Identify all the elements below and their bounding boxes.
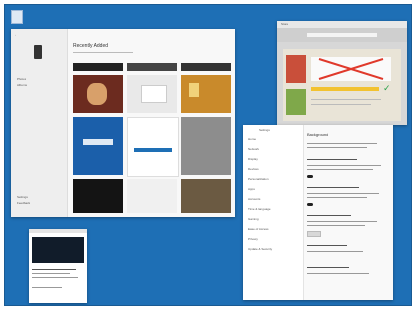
store-card (311, 57, 391, 81)
photo-thumb[interactable] (73, 75, 123, 113)
photo-thumb[interactable] (73, 117, 123, 175)
store-titlebar: Store (277, 21, 407, 28)
settings-title: Settings (259, 128, 270, 132)
photo-thumb[interactable] (127, 63, 177, 71)
sidebar-item-photos[interactable]: Photos (17, 77, 26, 81)
settings-nav-item[interactable]: Time & language (248, 207, 298, 211)
highlight-bar (311, 87, 379, 91)
photo-grid (73, 63, 231, 213)
photos-sidebar: ‹ Photos Albums Settings Feedback (11, 29, 68, 217)
settings-nav-item[interactable]: Devices (248, 167, 298, 171)
settings-content: Background (307, 129, 389, 297)
desktop: ‹ Photos Albums Settings Feedback Recent… (4, 4, 412, 306)
setting-toggle[interactable] (307, 175, 313, 178)
settings-window[interactable]: Settings Home Network Display Devices Pe… (243, 125, 393, 300)
check-icon: ✓ (383, 83, 391, 93)
photo-thumb[interactable] (73, 179, 123, 213)
photo-thumb[interactable] (127, 117, 179, 177)
settings-nav-item[interactable]: Network (248, 147, 298, 151)
store-header (277, 28, 407, 42)
photo-thumb[interactable] (181, 63, 231, 71)
desktop-recycle-bin-icon[interactable] (11, 10, 23, 24)
settings-nav-item[interactable]: Update & Security (248, 247, 298, 251)
settings-nav-item[interactable]: Privacy (248, 237, 298, 241)
page-title: Recently Added (73, 43, 109, 49)
store-panel: ✓ (283, 49, 401, 121)
settings-nav-item[interactable]: Display (248, 157, 298, 161)
phone-icon (34, 45, 42, 59)
photo-thumb[interactable] (127, 179, 177, 213)
settings-nav-item[interactable]: Gaming (248, 217, 298, 221)
settings-nav-item[interactable]: Home (248, 137, 298, 141)
settings-nav-item[interactable]: Personalization (248, 177, 298, 181)
title-underline (73, 52, 133, 53)
store-image-top (286, 55, 306, 83)
photo-thumb[interactable] (181, 75, 231, 113)
browser-hero-image (32, 237, 84, 263)
settings-nav-item[interactable]: Accounts (248, 197, 298, 201)
browser-window[interactable] (29, 229, 87, 303)
store-title: Store (281, 22, 289, 26)
photo-thumb[interactable] (181, 179, 231, 213)
photo-thumb[interactable] (181, 117, 231, 175)
settings-nav-item[interactable]: Apps (248, 187, 298, 191)
browser-titlebar (29, 229, 87, 233)
sidebar-item-albums[interactable]: Albums (17, 83, 27, 87)
back-arrow-icon[interactable]: ‹ (15, 33, 16, 37)
photos-main: Recently Added (73, 43, 231, 213)
setting-toggle[interactable] (307, 203, 313, 206)
reject-mark-icon (318, 58, 384, 80)
store-image-bottom (286, 89, 306, 115)
store-window[interactable]: Store ✓ (277, 21, 407, 125)
sidebar-item-settings[interactable]: Settings (17, 195, 28, 199)
settings-nav-item[interactable]: Ease of Access (248, 227, 298, 231)
photo-thumb[interactable] (73, 63, 123, 71)
photo-thumb[interactable] (127, 75, 177, 113)
sidebar-item-feedback[interactable]: Feedback (17, 201, 30, 205)
settings-button[interactable] (307, 231, 321, 237)
photos-window[interactable]: ‹ Photos Albums Settings Feedback Recent… (11, 29, 235, 217)
settings-nav: Settings Home Network Display Devices Pe… (243, 125, 304, 300)
settings-heading: Background (307, 133, 329, 137)
